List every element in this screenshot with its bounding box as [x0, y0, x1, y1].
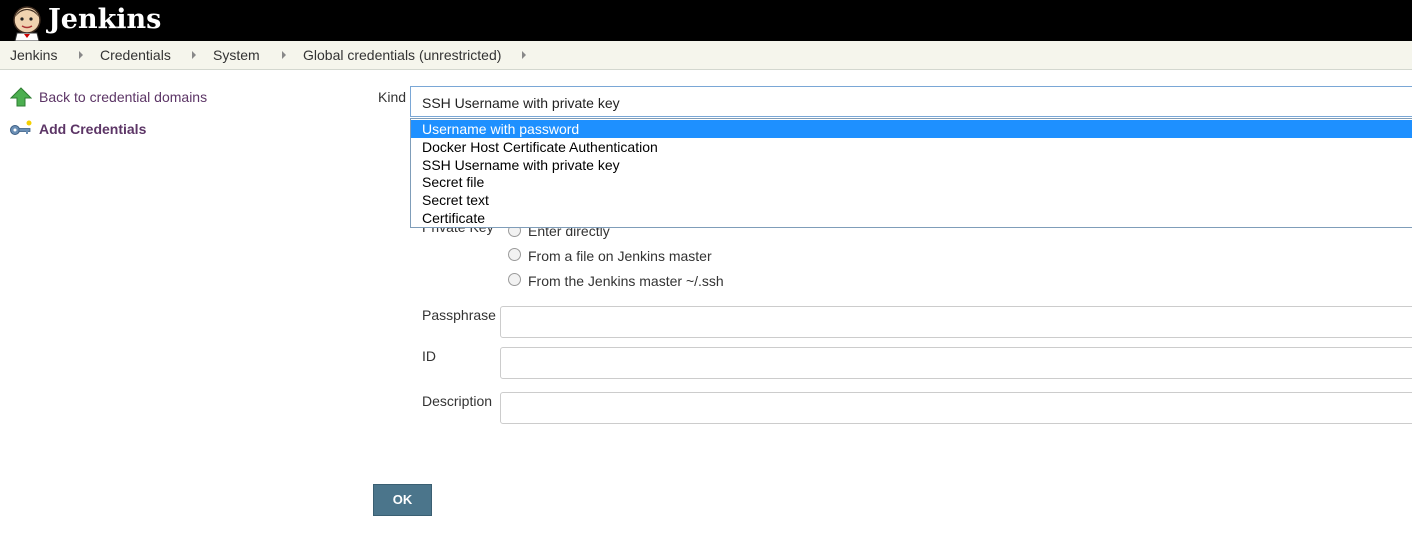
kind-option-certificate[interactable]: Certificate [411, 209, 1412, 227]
breadcrumb-global-credentials[interactable]: Global credentials (unrestricted) [303, 47, 501, 63]
logo-text[interactable]: Jenkins [48, 3, 161, 37]
kind-option-secret-file[interactable]: Secret file [411, 173, 1412, 191]
id-label: ID [422, 348, 436, 364]
kind-selected-value: SSH Username with private key [422, 95, 620, 111]
kind-option-username-password[interactable]: Username with password [411, 120, 1412, 138]
radio-from-file[interactable] [508, 248, 521, 261]
ok-button[interactable]: OK [373, 484, 432, 516]
radio-from-ssh-dir-label: From the Jenkins master ~/.ssh [528, 273, 724, 289]
breadcrumb-credentials[interactable]: Credentials [100, 47, 171, 63]
kind-option-ssh-private-key[interactable]: SSH Username with private key [411, 156, 1412, 174]
radio-from-ssh-dir[interactable] [508, 273, 521, 286]
breadcrumb-separator-icon[interactable] [282, 51, 286, 59]
breadcrumb-separator-icon[interactable] [192, 51, 196, 59]
breadcrumb-jenkins[interactable]: Jenkins [10, 47, 57, 63]
up-arrow-icon [10, 87, 32, 107]
radio-from-file-label: From a file on Jenkins master [528, 248, 712, 264]
passphrase-input[interactable] [500, 306, 1412, 338]
kind-select[interactable]: SSH Username with private key [410, 86, 1412, 117]
description-input[interactable] [500, 392, 1412, 424]
description-label: Description [422, 393, 493, 409]
kind-option-secret-text[interactable]: Secret text [411, 191, 1412, 209]
header-bar: Jenkins [0, 0, 1412, 41]
back-to-credential-domains-link[interactable]: Back to credential domains [39, 89, 207, 105]
kind-label: Kind [378, 89, 407, 105]
passphrase-label: Passphrase [422, 307, 496, 323]
breadcrumb-separator-icon[interactable] [522, 51, 526, 59]
breadcrumb: Jenkins Credentials System Global creden… [0, 41, 1412, 70]
id-input[interactable] [500, 347, 1412, 379]
kind-option-docker-host-cert[interactable]: Docker Host Certificate Authentication [411, 138, 1412, 156]
breadcrumb-system[interactable]: System [213, 47, 260, 63]
key-icon [10, 120, 32, 135]
jenkins-butler-icon[interactable] [9, 3, 45, 41]
kind-dropdown-list: Username with password Docker Host Certi… [410, 118, 1412, 228]
add-credentials-link[interactable]: Add Credentials [39, 121, 146, 137]
breadcrumb-separator-icon[interactable] [79, 51, 83, 59]
